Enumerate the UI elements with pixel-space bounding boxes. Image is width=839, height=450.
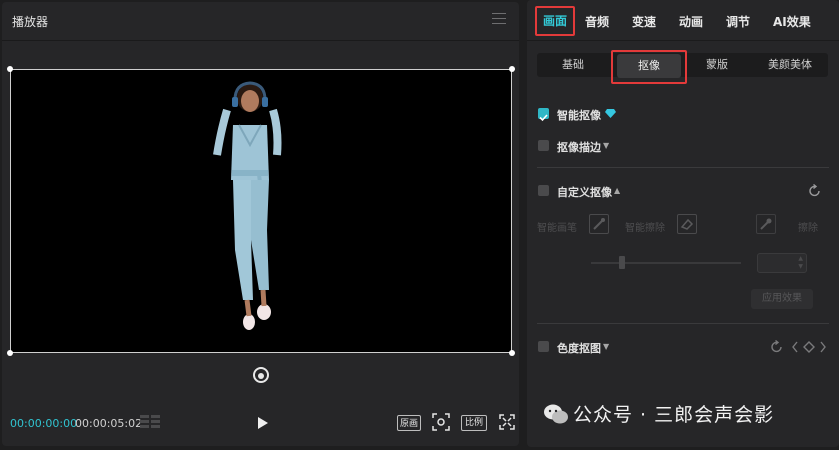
check-icon <box>539 114 548 122</box>
divider <box>2 40 519 41</box>
subtab-mask[interactable]: 蒙版 <box>687 53 747 77</box>
brush-icon[interactable] <box>756 214 776 234</box>
tab-animation[interactable]: 动画 <box>679 13 703 30</box>
apply-effect-button[interactable]: 应用效果 <box>751 289 813 309</box>
smart-brush-icon[interactable] <box>589 214 609 234</box>
total-time: 00:00:05:02 <box>75 417 143 430</box>
divider <box>527 40 839 41</box>
tab-audio[interactable]: 音频 <box>585 13 609 30</box>
tab-speed[interactable]: 变速 <box>632 13 656 30</box>
brush-size-slider[interactable] <box>591 262 741 264</box>
highlight-box <box>611 50 687 84</box>
current-time: 00:00:00:00 <box>10 417 78 430</box>
inspector-tabs: 画面 音频 变速 动画 调节 AI效果 <box>527 0 839 40</box>
player-title: 播放器 <box>12 15 49 29</box>
resize-handle[interactable] <box>509 350 515 356</box>
reset-icon[interactable] <box>770 340 784 354</box>
caret-up-icon[interactable]: ▲ <box>614 186 620 195</box>
person-figure <box>213 81 282 330</box>
caret-down-icon[interactable]: ▼ <box>603 342 609 351</box>
chroma-key-checkbox[interactable] <box>538 341 549 352</box>
grid-icon[interactable] <box>139 414 161 430</box>
divider <box>537 167 829 168</box>
caret-down-icon[interactable]: ▼ <box>603 141 609 150</box>
resize-handle[interactable] <box>7 66 13 72</box>
stepper-icon[interactable]: ▲ ▼ <box>798 255 803 271</box>
eraser-icon[interactable] <box>677 214 697 234</box>
aspect-ratio-button[interactable]: 比例 <box>461 415 487 431</box>
divider <box>537 323 829 324</box>
video-preview[interactable] <box>10 69 512 353</box>
smart-cutout-label: 智能抠像 <box>557 109 601 122</box>
brush-size-input[interactable]: ▲ ▼ <box>757 253 807 273</box>
fit-screen-icon[interactable] <box>432 413 450 431</box>
inspector-panel: 画面 音频 变速 动画 调节 AI效果 基础 蒙版 美颜美体 抠像 智能抠像 抠… <box>527 0 839 447</box>
chroma-key-label: 色度抠图 <box>557 342 601 355</box>
watermark-text: 公众号 · 三郎会声会影 <box>573 404 775 426</box>
resize-handle[interactable] <box>7 350 13 356</box>
reset-icon[interactable] <box>808 184 822 198</box>
subtab-beauty[interactable]: 美颜美体 <box>752 53 828 77</box>
snapshot-icon[interactable] <box>252 366 270 384</box>
custom-cutout-label: 自定义抠像 <box>557 186 612 199</box>
diamond-icon <box>605 109 616 118</box>
fullscreen-icon[interactable] <box>499 414 515 430</box>
original-quality-button[interactable]: 原画 <box>397 415 421 431</box>
cutout-stroke-label: 抠像描边 <box>557 141 601 154</box>
tab-adjust[interactable]: 调节 <box>726 13 750 30</box>
cutout-stroke-checkbox[interactable] <box>538 140 549 151</box>
subtab-basic[interactable]: 基础 <box>537 53 609 77</box>
tab-picture[interactable]: 画面 <box>535 6 575 36</box>
smart-brush-label: 智能画笔 <box>537 223 577 234</box>
custom-cutout-checkbox[interactable] <box>538 185 549 196</box>
smart-cutout-checkbox[interactable] <box>538 108 549 122</box>
wechat-icon <box>544 404 568 424</box>
tab-ai-effects[interactable]: AI效果 <box>773 13 811 30</box>
menu-icon[interactable] <box>492 13 506 24</box>
resize-handle[interactable] <box>509 66 515 72</box>
smart-erase-label: 智能擦除 <box>625 223 665 234</box>
keyframe-nav-icon[interactable] <box>791 340 827 354</box>
player-panel: 播放器 00:00:00:00 00:00:05:02 原画 比例 <box>2 2 519 446</box>
erase-label: 擦除 <box>798 223 818 234</box>
play-icon[interactable] <box>254 415 270 431</box>
slider-handle[interactable] <box>619 256 625 269</box>
